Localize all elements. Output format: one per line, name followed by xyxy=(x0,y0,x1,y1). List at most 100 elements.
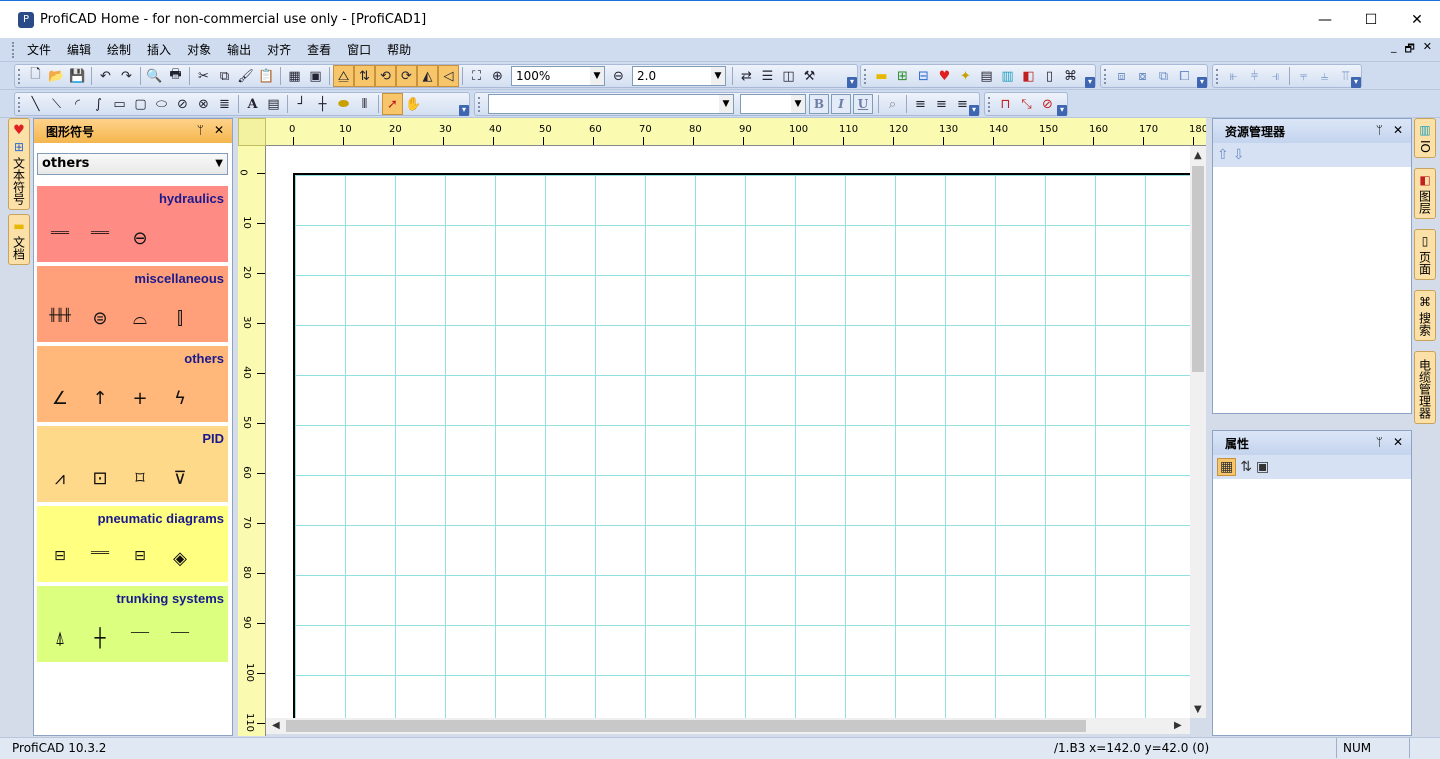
text-align-center-icon[interactable]: ≡ xyxy=(931,93,952,115)
symbol-icon[interactable]: ⩘ xyxy=(47,468,73,489)
device-icon[interactable]: ▯ xyxy=(1039,65,1060,87)
symbol-icon[interactable]: ⊟ xyxy=(127,548,153,569)
wand-icon[interactable]: ✦ xyxy=(955,65,976,87)
menu-view[interactable]: 查看 xyxy=(299,40,339,60)
underline-button[interactable]: U xyxy=(853,94,873,114)
symbol-icon[interactable]: ⌓ xyxy=(127,308,153,329)
columns-icon[interactable]: ◫ xyxy=(778,65,799,87)
scroll-right-icon[interactable]: ▶ xyxy=(1174,720,1182,731)
ellipse-icon[interactable]: ⬭ xyxy=(151,93,172,115)
pin-icon[interactable]: ᛘ xyxy=(1376,435,1383,449)
junction-icon[interactable]: ┼ xyxy=(312,93,333,115)
tab-search[interactable]: ⌘ 搜索 xyxy=(1414,289,1436,341)
symbol-icon[interactable]: ⊽ xyxy=(167,468,193,489)
align-right-icon[interactable]: ⫣ xyxy=(1265,65,1286,87)
ungroup-icon[interactable]: ⧇ xyxy=(1132,65,1153,87)
text-tool-icon[interactable]: A xyxy=(242,93,263,115)
menu-file[interactable]: 文件 xyxy=(19,40,59,60)
binoculars-icon[interactable]: ⌘ xyxy=(1060,65,1081,87)
folder-icon[interactable]: ▬ xyxy=(871,65,892,87)
category-miscellaneous[interactable]: miscellaneous ╫╫╫ ⊜ ⌓ ⫿ xyxy=(37,266,228,342)
network-icon[interactable]: ⊞ xyxy=(892,65,913,87)
hatch-icon[interactable]: ≣ xyxy=(214,93,235,115)
select-arrow-icon[interactable]: ➚ xyxy=(382,93,403,115)
symbol-icon[interactable]: ⊜ xyxy=(87,308,113,329)
rotate-right-icon[interactable]: ⟳ xyxy=(396,65,417,87)
chevron-down-icon[interactable]: ▼ xyxy=(711,67,725,85)
hatched-ellipse-alt-icon[interactable]: ⊗ xyxy=(193,93,214,115)
symbol-icon[interactable]: ⌑ xyxy=(127,468,153,489)
rotate-left-icon[interactable]: ⟲ xyxy=(375,65,396,87)
flip-horizontal-icon[interactable]: ⧋ xyxy=(333,65,354,87)
menu-draw[interactable]: 绘制 xyxy=(99,40,139,60)
redo-icon[interactable]: ↷ xyxy=(116,65,137,87)
vertical-scrollbar[interactable]: ▲ ▼ xyxy=(1190,146,1206,718)
property-pages-icon[interactable]: ▣ xyxy=(1256,459,1269,475)
hatched-ellipse-icon[interactable]: ⊘ xyxy=(172,93,193,115)
format-painter-icon[interactable]: 🖌 xyxy=(235,65,256,87)
bold-button[interactable]: B xyxy=(809,94,829,114)
symbol-icon[interactable]: ϟ xyxy=(167,388,193,409)
group-icon[interactable]: ⧈ xyxy=(1111,65,1132,87)
mdi-minimize-button[interactable]: _ xyxy=(1391,40,1397,59)
category-trunking-systems[interactable]: trunking systems ⍋ ┼ ─── ─── xyxy=(37,586,228,662)
align-top-icon[interactable]: ⫧ xyxy=(1293,65,1314,87)
text-align-right-icon[interactable]: ≡ xyxy=(952,93,973,115)
font-size-select[interactable]: ▼ xyxy=(740,94,806,114)
cut-icon[interactable]: ✂ xyxy=(193,65,214,87)
symbol-icon[interactable]: ↑ xyxy=(87,388,113,409)
tab-io[interactable]: ▥ IO xyxy=(1414,118,1436,158)
italic-button[interactable]: I xyxy=(831,94,851,114)
symbol-icon[interactable]: ⊖ xyxy=(127,228,153,249)
rounded-rectangle-icon[interactable]: ▢ xyxy=(130,93,151,115)
curve-icon[interactable]: ∫ xyxy=(88,93,109,115)
tab-documents[interactable]: ▬ 文档 xyxy=(8,214,30,265)
close-icon[interactable]: ✕ xyxy=(214,123,224,137)
hierarchy-icon[interactable]: ⊟ xyxy=(913,65,934,87)
swap-icon[interactable]: ⇄ xyxy=(736,65,757,87)
symbol-icon[interactable]: ═══ xyxy=(87,228,113,249)
tab-pages[interactable]: ▯ 页面 xyxy=(1414,228,1436,280)
undo-icon[interactable]: ↶ xyxy=(95,65,116,87)
minimize-button[interactable]: — xyxy=(1302,1,1348,39)
sort-alpha-icon[interactable]: ⇅ xyxy=(1240,459,1252,475)
no-entry-icon[interactable]: ⊘ xyxy=(1037,93,1058,115)
app-logo-icon[interactable]: P xyxy=(18,11,34,28)
chevron-down-icon[interactable]: ▼ xyxy=(719,95,733,113)
menu-output[interactable]: 输出 xyxy=(219,40,259,60)
horizontal-scrollbar[interactable]: ◀ ▶ xyxy=(266,718,1190,734)
heart-icon[interactable]: ♥ xyxy=(934,65,955,87)
symbol-icon[interactable]: + xyxy=(127,388,153,409)
mdi-close-button[interactable]: ✕ xyxy=(1423,40,1432,59)
open-folder-icon[interactable]: 📂 xyxy=(46,65,67,87)
zoom-fit-icon[interactable]: ⛶ xyxy=(466,65,487,87)
menu-align[interactable]: 对齐 xyxy=(259,40,299,60)
rectangle-icon[interactable]: ▭ xyxy=(109,93,130,115)
image-export-icon[interactable]: ▦ xyxy=(284,65,305,87)
bus-icon[interactable]: ⦀ xyxy=(354,93,375,115)
menu-window[interactable]: 窗口 xyxy=(339,40,379,60)
symbol-icon[interactable]: ⊟ xyxy=(47,548,73,569)
menubar-grip[interactable] xyxy=(12,41,15,58)
symbol-icon[interactable]: ◈ xyxy=(167,548,193,569)
chevron-down-icon[interactable]: ▼ xyxy=(590,67,604,85)
align-center-icon[interactable]: ⫩ xyxy=(1244,65,1265,87)
symbol-icon[interactable]: ⊡ xyxy=(87,468,113,489)
category-others[interactable]: others ∠ ↑ + ϟ xyxy=(37,346,228,422)
close-button[interactable]: ✕ xyxy=(1394,1,1440,39)
diagonal-dimension-icon[interactable]: ⤡ xyxy=(1016,93,1037,115)
send-back-icon[interactable]: ⧠ xyxy=(1174,65,1195,87)
symbol-icon[interactable]: ⍋ xyxy=(47,628,73,649)
category-pid[interactable]: PID ⩘ ⊡ ⌑ ⊽ xyxy=(37,426,228,502)
print-icon[interactable]: 🖶 xyxy=(165,65,186,87)
pan-hand-icon[interactable]: ✋ xyxy=(403,93,424,115)
symbol-icon[interactable]: ⫿ xyxy=(167,308,193,329)
tab-layers[interactable]: ◧ 图层 xyxy=(1414,167,1436,219)
symbol-icon[interactable]: ─── xyxy=(127,628,153,649)
chevron-down-icon[interactable]: ▼ xyxy=(215,154,223,174)
save-icon[interactable]: 💾 xyxy=(67,65,88,87)
menu-help[interactable]: 帮助 xyxy=(379,40,419,60)
text-box-icon[interactable]: ▤ xyxy=(263,93,284,115)
tab-cable-manager[interactable]: 电缆管理器 xyxy=(1414,350,1436,424)
chevron-down-icon[interactable]: ▼ xyxy=(791,95,805,113)
